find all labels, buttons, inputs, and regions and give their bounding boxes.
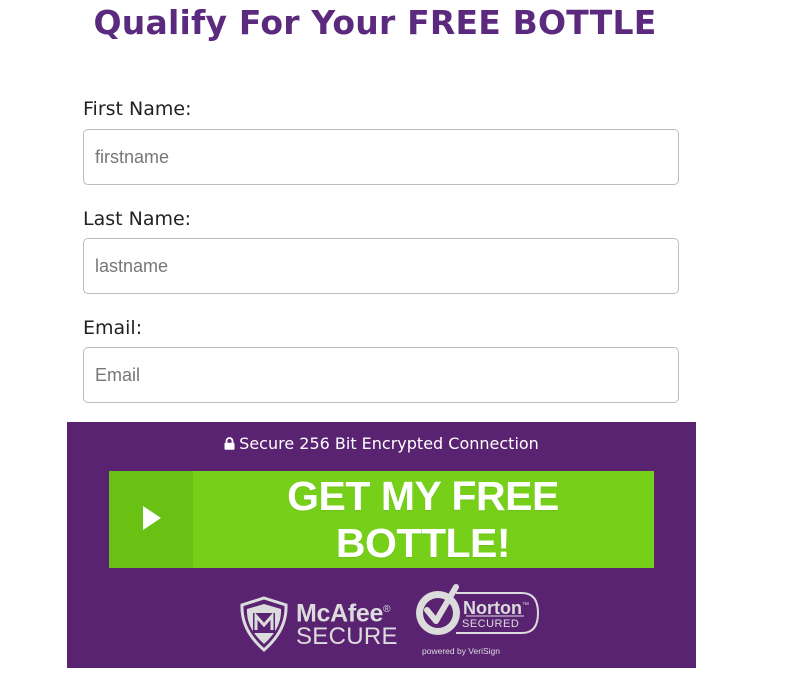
- norton-brand-text: Norton™: [463, 598, 529, 618]
- first-name-input[interactable]: [83, 129, 679, 185]
- page-title: Qualify For Your FREE BOTTLE: [93, 3, 657, 42]
- first-name-label: First Name:: [83, 98, 192, 120]
- powered-by-verisign-text: powered by VeriSign: [422, 646, 500, 656]
- trust-badges: McAfee® SECURE Norton™ SECURED powered b…: [67, 582, 696, 662]
- mcafee-secure-text: SECURE: [296, 623, 398, 650]
- mcafee-shield-icon: [238, 596, 290, 656]
- last-name-label: Last Name:: [83, 208, 192, 230]
- secure-connection-text: Secure 256 Bit Encrypted Connection: [239, 434, 539, 453]
- submit-panel: Secure 256 Bit Encrypted Connection GET …: [67, 422, 696, 668]
- norton-secured-text: SECURED: [462, 618, 520, 630]
- last-name-input[interactable]: [83, 238, 679, 294]
- play-icon: [143, 506, 161, 533]
- get-free-bottle-button[interactable]: GET MY FREE BOTTLE!: [109, 471, 654, 568]
- get-free-bottle-label: GET MY FREE BOTTLE!: [287, 472, 559, 566]
- norton-secured-badge: Norton™ SECURED powered by VeriSign: [410, 582, 550, 662]
- email-label: Email:: [83, 317, 143, 339]
- mcafee-secure-badge: McAfee® SECURE: [238, 596, 398, 652]
- secure-connection-notice: Secure 256 Bit Encrypted Connection: [67, 433, 696, 456]
- lock-icon: [224, 434, 235, 456]
- email-input[interactable]: [83, 347, 679, 403]
